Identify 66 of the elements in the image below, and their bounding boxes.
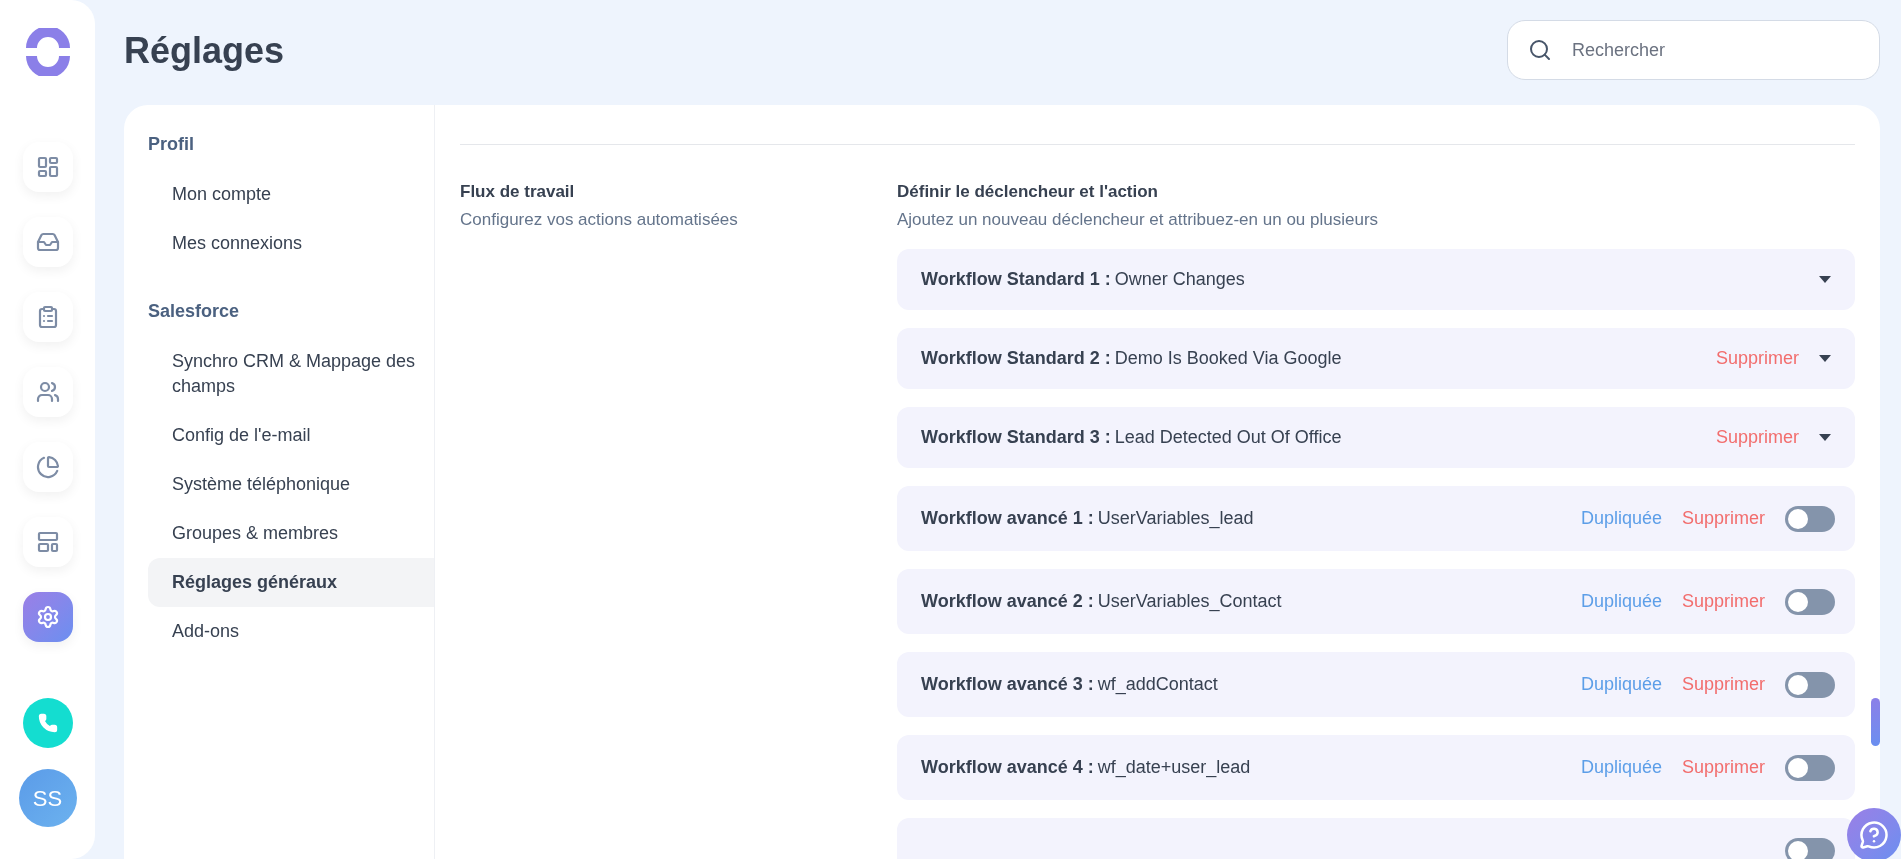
toggle-switch[interactable] <box>1785 505 1835 532</box>
workflow-label: Workflow Standard 1 : <box>921 268 1111 291</box>
workflow-card[interactable]: Workflow avancé 3 : wf_addContact Dupliquée Supprimer <box>897 652 1855 717</box>
scrollbar-thumb[interactable] <box>1871 698 1880 746</box>
workflow-card[interactable]: Workflow avancé 1 : UserVariables_lead Dupliquée Supprimer <box>897 486 1855 551</box>
workflow-card[interactable]: Workflow Standard 1 : Owner Changes <box>897 249 1855 310</box>
caret-icon[interactable] <box>1819 434 1831 441</box>
workflow-label: Workflow Standard 2 : <box>921 347 1111 370</box>
layout-icon <box>35 530 60 554</box>
toggle-switch[interactable] <box>1785 671 1835 698</box>
rail-button[interactable] <box>22 592 73 642</box>
search-input[interactable]: Rechercher <box>1572 36 1832 64</box>
nav-item[interactable]: Mes connexions <box>148 219 434 268</box>
workflow-label: Workflow Standard 3 : <box>921 426 1111 449</box>
section-description: Configurez vos actions automatisées <box>460 208 739 231</box>
section-title: Flux de travail <box>460 181 576 203</box>
workflows-description: Ajoutez un nouveau déclencheur et attribuez-en un ou plusieurs <box>897 208 1380 231</box>
workflow-name: UserVariables_lead <box>1097 507 1254 531</box>
workflow-label: Workflow avancé 4 : <box>921 756 1094 779</box>
help-button[interactable] <box>1847 808 1901 859</box>
rail-button[interactable] <box>22 142 73 192</box>
nav-item[interactable]: Groupes & membres <box>148 509 434 558</box>
people-icon <box>35 380 60 404</box>
search-field[interactable]: Rechercher <box>1507 20 1880 80</box>
workflow-card[interactable]: Workflow Standard 3 : Lead Detected Out Of Office Supprimer <box>897 407 1855 468</box>
toggle-switch[interactable] <box>1785 588 1835 615</box>
logo-icon <box>23 28 72 76</box>
caret-icon[interactable] <box>1819 355 1831 362</box>
tray-icon <box>35 230 60 254</box>
pie-chart-icon <box>35 455 60 479</box>
rail-button[interactable] <box>22 442 73 492</box>
rail-button[interactable] <box>22 217 73 267</box>
workflows-title: Définir le déclencheur et l'action <box>897 181 1159 203</box>
workflow-name: wf_addContact <box>1097 673 1218 697</box>
toggle-switch[interactable] <box>1785 754 1835 781</box>
search-icon <box>1528 38 1552 62</box>
help-icon <box>1859 820 1889 850</box>
nav-heading: Salesforce <box>147 300 241 323</box>
workflow-label: Workflow avancé 3 : <box>921 673 1094 696</box>
workflow-name: wf_date+user_lead <box>1097 756 1251 780</box>
workflow-card[interactable]: Workflow Standard 2 : Demo Is Booked Via Google Supprimer <box>897 328 1855 389</box>
nav-item[interactable]: Add-ons <box>148 607 434 656</box>
nav-item[interactable]: Réglages généraux <box>148 558 434 607</box>
page-title: Réglages <box>124 29 285 73</box>
nav-heading: Profil <box>147 133 195 156</box>
rail-button[interactable] <box>22 517 73 567</box>
nav-item[interactable]: Config de l'e-mail <box>148 411 434 460</box>
rail-button[interactable] <box>22 292 73 342</box>
dashboard-icon <box>35 155 60 179</box>
workflow-card[interactable]: Workflow avancé 2 : UserVariables_Contact Dupliquée Supprimer <box>897 569 1855 634</box>
toggle-switch[interactable] <box>1785 837 1835 859</box>
nav-item[interactable]: Synchro CRM & Mappage des champs <box>148 337 434 411</box>
workflow-name: Lead Detected Out Of Office <box>1114 426 1342 449</box>
nav-item[interactable]: Mon compte <box>148 170 434 219</box>
workflow-name: Demo Is Booked Via Google <box>1114 347 1342 370</box>
workflow-name: Owner Changes <box>1114 268 1245 291</box>
workflow-label: Workflow avancé 1 : <box>921 507 1094 530</box>
caret-icon[interactable] <box>1819 276 1831 283</box>
workflow-label: Workflow avancé 2 : <box>921 590 1094 613</box>
phone-button[interactable] <box>22 698 73 748</box>
workflow-card[interactable]: Workflow avancé 4 : wf_date+user_lead Dupliquée Supprimer <box>897 735 1855 800</box>
workflow-name: UserVariables_Contact <box>1097 590 1282 614</box>
nav-item[interactable]: Système téléphonique <box>148 460 434 509</box>
settings-icon <box>35 605 60 629</box>
phone-icon <box>37 713 58 733</box>
rail-button[interactable] <box>22 367 73 417</box>
